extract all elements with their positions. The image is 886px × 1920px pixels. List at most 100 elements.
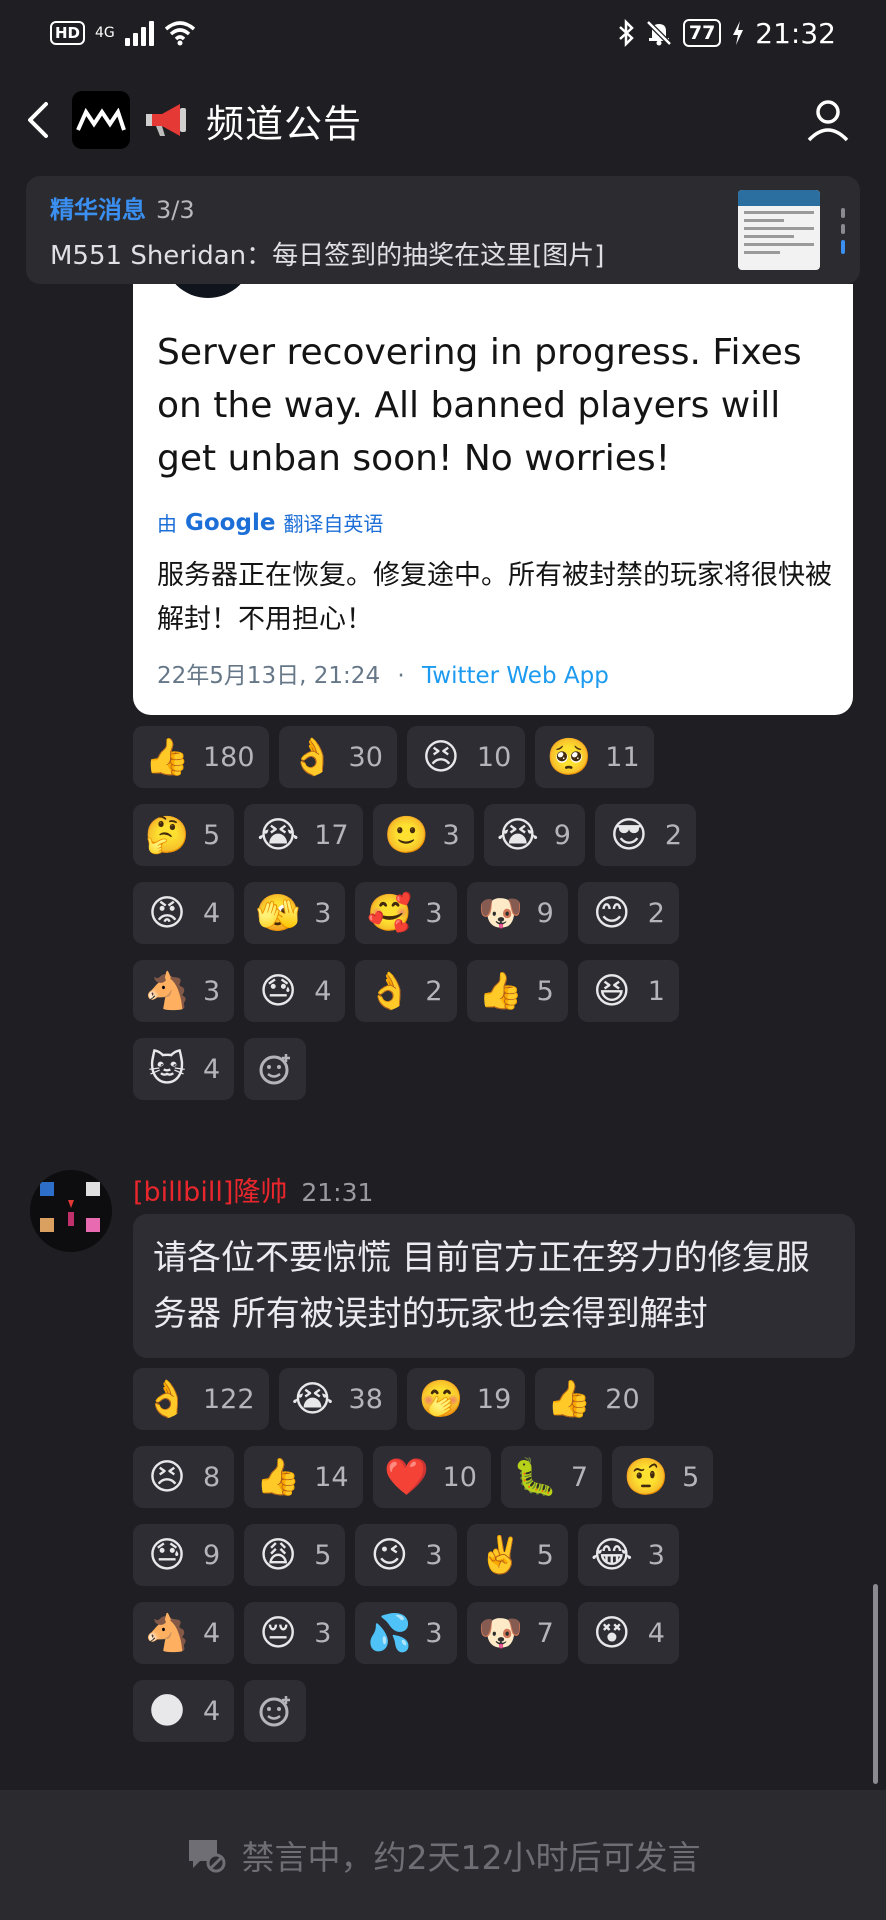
author-name[interactable]: [billbill]隆帅 (133, 1170, 287, 1209)
reaction-chip[interactable]: 😓 4 (244, 960, 346, 1022)
reaction-chip[interactable]: 🐛 7 (500, 1446, 603, 1508)
reaction-chip[interactable]: 🥺 11 (535, 726, 654, 788)
reaction-chip[interactable]: 👍 5 (466, 960, 568, 1022)
reaction-chip[interactable]: 👍 14 (244, 1446, 363, 1508)
reaction-emoji-icon: 😣 (148, 1456, 186, 1498)
reaction-count: 3 (203, 975, 221, 1007)
reaction-count: 38 (348, 1383, 383, 1415)
reaction-chip[interactable]: 🐴 4 (133, 1602, 235, 1664)
reaction-chip[interactable]: 🤭 19 (406, 1368, 526, 1430)
reaction-emoji-icon: 🐴 (144, 1613, 190, 1654)
reaction-chip[interactable]: ❤️ 10 (372, 1446, 491, 1508)
add-emoji-icon (259, 1054, 291, 1085)
reaction-count: 5 (203, 819, 221, 851)
reaction-count: 2 (425, 975, 443, 1007)
reaction-emoji-icon: 😆 (592, 970, 631, 1012)
back-button[interactable] (26, 98, 56, 142)
reaction-emoji-icon: 👍 (255, 1457, 301, 1498)
reaction-chip[interactable]: 🐴 3 (133, 960, 235, 1022)
reaction-count: 9 (203, 1539, 221, 1571)
message-header: [billbill]隆帅 21:31 (133, 1170, 373, 1209)
reaction-emoji-icon: 😵 (592, 1612, 631, 1654)
reaction-chip[interactable]: 😭 9 (483, 804, 585, 866)
reaction-count: 11 (605, 741, 640, 773)
reaction-chip[interactable]: 🐶 9 (466, 882, 568, 944)
reaction-chip[interactable]: 😆 1 (577, 960, 679, 1022)
reaction-emoji-icon: 👌 (366, 971, 412, 1012)
reaction-chip[interactable]: 😩 5 (244, 1524, 346, 1586)
scrollbar[interactable] (873, 1584, 878, 1784)
reaction-chip[interactable]: 😉 3 (355, 1524, 457, 1586)
reaction-chip[interactable]: 😊 2 (577, 882, 679, 944)
hd-badge: HD (50, 21, 86, 45)
reaction-chip[interactable]: 👍 20 (535, 1368, 654, 1430)
reaction-chip[interactable]: 👌 2 (355, 960, 457, 1022)
reaction-count: 4 (647, 1617, 665, 1649)
reaction-count: 4 (203, 1695, 221, 1727)
reaction-chip[interactable]: 😣 10 (406, 726, 526, 788)
reaction-emoji-icon: 👌 (144, 1379, 190, 1420)
reaction-emoji-icon: 🐴 (144, 971, 190, 1012)
reaction-emoji-icon: 🥰 (366, 893, 412, 934)
translate-suffix: 翻译自英语 (283, 512, 384, 536)
reaction-chip[interactable]: 🐶 7 (466, 1602, 568, 1664)
reactions-group: 👌 122 😭 38 🤭 19 👍 20 😣 8 👍 14 ❤️ 10 🐛 7 🤨 5 😓 9 😩 5 😉 3 ✌️ 5 😂 3 🐴 4 😔… (133, 1368, 873, 1758)
reaction-chip[interactable]: 😵 4 (577, 1602, 679, 1664)
user-profile-icon[interactable] (806, 98, 850, 142)
reaction-chip[interactable]: 😭 17 (244, 804, 363, 866)
reactions-group: 👍 180 👌 30 😣 10 🥺 11 🤔 5 😭 17 🙂 3 😭 9 😎 2 😡 4 🫣 3 🥰 3 🐶 9 😊 2 🐴 3 😓 4 👌 2… (133, 726, 873, 1116)
reaction-count: 9 (553, 819, 571, 851)
reaction-chip[interactable]: 😔 3 (244, 1602, 346, 1664)
reaction-row: 🌑 4 (133, 1680, 873, 1742)
reaction-chip[interactable]: 🤨 5 (612, 1446, 714, 1508)
reaction-chip[interactable]: 😎 2 (594, 804, 697, 866)
reaction-count: 3 (647, 1539, 665, 1571)
pinned-message-bar[interactable]: 精华消息 3/3 M551 Sheridan：每日签到的抽奖在这里[图片] (26, 176, 860, 284)
pinned-count: 3/3 (156, 196, 195, 224)
pinned-pager-icon (841, 208, 845, 254)
reaction-chip[interactable]: 😣 8 (133, 1446, 235, 1508)
reaction-row: 🐱 4 (133, 1038, 873, 1100)
reaction-emoji-icon: 😉 (370, 1534, 409, 1576)
reaction-emoji-icon: 🌑 (148, 1690, 186, 1732)
reaction-chip[interactable]: 🌑 4 (133, 1680, 235, 1742)
reaction-count: 5 (536, 1539, 554, 1571)
reaction-emoji-icon: 🤭 (418, 1379, 464, 1420)
reaction-count: 3 (314, 897, 332, 929)
reaction-chip[interactable]: 👌 30 (278, 726, 397, 788)
reaction-chip[interactable]: 😭 38 (278, 1368, 397, 1430)
reaction-count: 3 (425, 1539, 443, 1571)
reaction-chip[interactable]: 💦 3 (355, 1602, 457, 1664)
reaction-emoji-icon: 😊 (592, 892, 631, 934)
tweet-image[interactable]: Server recovering in progress. Fixes on … (133, 284, 853, 715)
reaction-chip[interactable]: 👍 180 (133, 726, 269, 788)
reaction-count: 7 (570, 1461, 589, 1493)
pinned-label: 精华消息 (50, 196, 146, 224)
reaction-emoji-icon: ❤️ (384, 1457, 429, 1498)
reaction-chip[interactable]: 😡 4 (133, 882, 235, 944)
reaction-emoji-icon: 😩 (259, 1534, 297, 1576)
reaction-chip[interactable]: 👌 122 (133, 1368, 269, 1430)
reaction-count: 5 (682, 1461, 700, 1493)
tweet-source: Twitter Web App (422, 663, 609, 689)
reaction-chip[interactable]: 🫣 3 (244, 882, 346, 944)
chevron-left-icon (28, 102, 48, 138)
reaction-count: 7 (536, 1617, 554, 1649)
reaction-chip[interactable]: 🤔 5 (133, 804, 235, 866)
reaction-emoji-icon: 🥺 (546, 737, 592, 778)
charging-icon (733, 21, 744, 45)
reaction-chip[interactable]: ✌️ 5 (466, 1524, 568, 1586)
signal-icon (124, 20, 154, 46)
reaction-chip[interactable]: 🐱 4 (133, 1038, 235, 1100)
reaction-chip[interactable]: 😂 3 (577, 1524, 679, 1586)
reaction-chip[interactable]: 😓 9 (133, 1524, 235, 1586)
add-reaction-button[interactable] (244, 1680, 307, 1742)
avatar[interactable] (30, 1170, 112, 1252)
message-bubble[interactable]: 请各位不要惊慌 目前官方正在努力的修复服务器 所有被误封的玩家也会得到解封 (133, 1214, 855, 1358)
pinned-text: M551 Sheridan：每日签到的抽奖在这里[图片] (50, 241, 605, 271)
reaction-count: 19 (476, 1383, 512, 1415)
add-reaction-button[interactable] (244, 1038, 307, 1100)
pinned-thumbnail[interactable] (738, 190, 820, 270)
reaction-chip[interactable]: 🥰 3 (355, 882, 457, 944)
reaction-chip[interactable]: 🙂 3 (372, 804, 474, 866)
